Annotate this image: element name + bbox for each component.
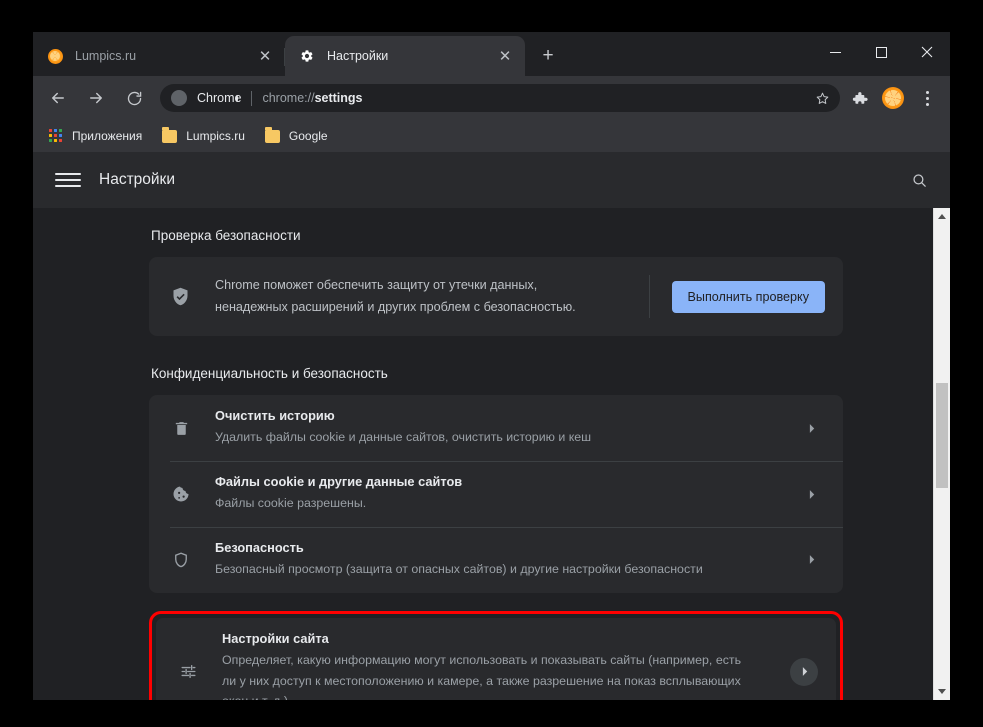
bookmark-apps[interactable]: Приложения [41,124,150,148]
safety-text-line1: Chrome поможет обеспечить защиту от утеч… [215,278,538,292]
vertical-scrollbar[interactable] [933,208,950,700]
kebab-menu-icon[interactable] [912,83,942,113]
safety-check-card: Chrome поможет обеспечить защиту от утеч… [149,257,843,337]
section-title-safety-check: Проверка безопасности [151,228,301,243]
cookie-icon [170,485,192,503]
highlight-annotation: Настройки сайта Определяет, какую информ… [149,610,843,700]
bookmark-google[interactable]: Google [257,124,336,148]
window-controls [812,32,950,72]
address-bar[interactable]: Chrome chrome://settings [160,84,840,112]
scrollbar-thumb[interactable] [936,383,948,488]
row-subtitle-line1: Определяет, какую информацию могут испол… [222,652,742,667]
tune-sliders-icon [177,662,199,681]
profile-avatar[interactable] [878,83,908,113]
site-settings-card: Настройки сайта Определяет, какую информ… [156,617,836,700]
safety-divider [648,275,650,319]
tab-strip: Lumpics.ru ✕ Настройки ✕ + [33,32,950,76]
search-icon[interactable] [906,167,932,193]
gear-icon [299,48,315,64]
settings-page: Настройки Проверка безопасности Chrome п… [33,152,950,700]
star-icon[interactable] [810,86,834,110]
settings-scroll-area: Проверка безопасности Chrome поможет обе… [33,208,950,700]
apps-grid-icon [49,129,63,143]
puzzle-icon[interactable] [844,83,874,113]
hamburger-icon[interactable] [55,167,81,193]
browser-window: Lumpics.ru ✕ Настройки ✕ + Chrome chrome… [33,32,950,700]
row-subtitle-line2: ли у них доступ к местоположению и камер… [222,673,741,688]
row-security[interactable]: Безопасность Безопасный просмотр (защита… [149,526,843,593]
close-icon[interactable] [904,32,950,72]
row-body: Настройки сайта Определяет, какую информ… [222,631,790,700]
tab-title: Lumpics.ru [75,49,137,63]
orange-citrus-icon [47,48,63,64]
row-subtitle-line3: окон и т. д.). [222,691,776,700]
safety-check-row: Chrome поможет обеспечить защиту от утеч… [149,257,843,336]
row-cookies[interactable]: Файлы cookie и другие данные сайтов Файл… [149,461,843,527]
tab-close-button[interactable]: ✕ [493,44,517,68]
row-body: Очистить историю Удалить файлы cookie и … [215,408,797,448]
chevron-right-icon[interactable] [797,414,825,442]
row-title: Безопасность [215,539,304,555]
folder-icon [162,127,178,143]
omnibox-site-label: Chrome [197,91,242,105]
row-subtitle: Файлы cookie разрешены. [215,496,367,511]
maximize-icon[interactable] [858,32,904,72]
chevron-right-icon[interactable] [797,546,825,574]
folder-icon [264,127,280,143]
forward-arrow-icon[interactable] [81,83,111,113]
trash-icon [170,420,192,437]
bookmark-lumpics[interactable]: Lumpics.ru [154,124,253,148]
chrome-site-icon [171,90,238,106]
settings-header: Настройки [33,152,950,208]
browser-toolbar: Chrome chrome://settings [33,76,950,120]
settings-content: Проверка безопасности Chrome поможет обе… [33,208,933,700]
row-body: Безопасность Безопасный просмотр (защита… [215,540,797,580]
tab-lumpics[interactable]: Lumpics.ru ✕ [33,36,285,76]
bookmark-label: Lumpics.ru [186,129,245,143]
url-prefix: chrome:// [262,91,315,105]
chevron-right-icon[interactable] [790,657,818,686]
bookmark-label: Google [288,129,328,143]
bookmark-label: Приложения [72,129,143,143]
chevron-right-icon[interactable] [797,480,825,508]
row-clear-history[interactable]: Очистить историю Удалить файлы cookie и … [149,395,843,461]
tab-close-button[interactable]: ✕ [253,44,277,68]
row-title: Настройки сайта [222,630,329,646]
row-body: Файлы cookie и другие данные сайтов Файл… [215,474,797,514]
omnibox-url: chrome://settings [262,91,810,105]
section-title-privacy: Конфиденциальность и безопасность [151,366,388,382]
row-title: Очистить историю [215,408,335,424]
shield-icon [170,551,192,569]
privacy-card: Очистить историю Удалить файлы cookie и … [149,395,843,593]
row-site-settings[interactable]: Настройки сайта Определяет, какую информ… [156,618,836,700]
row-title: Файлы cookie и другие данные сайтов [215,474,463,490]
bookmarks-bar: Приложения Lumpics.ru Google [33,120,950,152]
safety-check-text: Chrome поможет обеспечить защиту от утеч… [215,275,645,318]
omnibox-divider [251,90,253,106]
run-safety-check-button[interactable]: Выполнить проверку [671,280,825,313]
tab-title: Настройки [327,49,389,63]
row-subtitle: Удалить файлы cookie и данные сайтов, оч… [215,430,592,445]
page-title: Настройки [99,171,176,188]
back-arrow-icon[interactable] [43,83,73,113]
scroll-up-arrow[interactable] [934,208,950,225]
reload-icon[interactable] [119,83,149,113]
url-path: settings [314,91,363,105]
scroll-down-arrow[interactable] [934,683,950,700]
minimize-icon[interactable] [812,32,858,72]
tab-settings[interactable]: Настройки ✕ [285,36,525,76]
safety-text-line2: ненадежных расширений и других проблем с… [215,299,576,314]
row-subtitle: Безопасный просмотр (защита от опасных с… [215,561,703,576]
new-tab-button[interactable]: + [531,39,565,73]
shield-check-icon [170,286,192,307]
